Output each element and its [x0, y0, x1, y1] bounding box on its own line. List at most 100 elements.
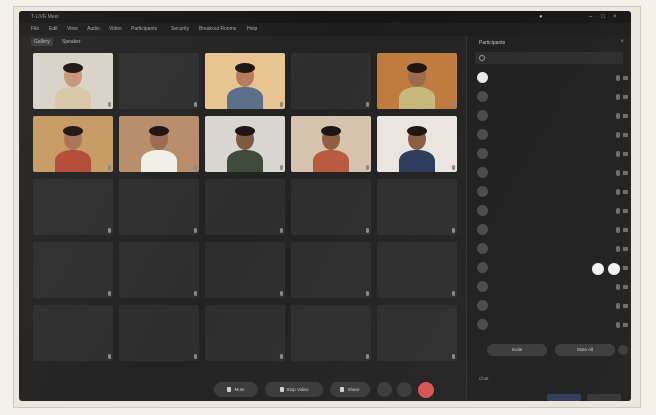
participant-tile[interactable] — [291, 305, 371, 361]
stop-video-button[interactable]: Stop Video — [265, 382, 323, 397]
camera-icon[interactable] — [623, 247, 628, 251]
participant-tile[interactable] — [205, 305, 285, 361]
participant-list-item[interactable] — [467, 220, 631, 240]
microphone-icon[interactable] — [616, 246, 620, 252]
participant-list-item[interactable] — [467, 315, 631, 335]
participant-tile[interactable] — [33, 116, 113, 172]
participant-tile[interactable] — [291, 116, 371, 172]
more-icon[interactable] — [618, 345, 628, 355]
menu-audio[interactable]: Audio — [87, 23, 100, 36]
muted-mic-icon — [280, 102, 283, 107]
close-icon[interactable]: × — [620, 39, 624, 45]
participant-tile[interactable] — [377, 179, 457, 235]
participant-list-item[interactable] — [467, 87, 631, 107]
minimize-icon[interactable]: – — [589, 14, 595, 20]
participant-tile[interactable] — [205, 116, 285, 172]
microphone-icon[interactable] — [616, 94, 620, 100]
avatar — [477, 148, 488, 159]
more-button[interactable] — [397, 382, 412, 397]
participant-list-item[interactable] — [467, 239, 631, 259]
mute-button[interactable]: Mute — [214, 382, 258, 397]
participant-tile[interactable] — [291, 242, 371, 298]
participant-list-item[interactable] — [467, 106, 631, 126]
camera-icon[interactable] — [623, 76, 628, 80]
participant-tile[interactable] — [205, 242, 285, 298]
participant-tile[interactable] — [377, 305, 457, 361]
participant-list-item[interactable] — [467, 277, 631, 297]
avatar[interactable]: ● — [539, 14, 545, 20]
participant-list-item[interactable] — [467, 144, 631, 164]
camera-icon[interactable] — [623, 323, 628, 327]
participant-tile[interactable] — [205, 179, 285, 235]
mute-all-button[interactable]: Mute All — [555, 344, 615, 356]
maximize-icon[interactable]: □ — [601, 14, 607, 20]
camera-icon[interactable] — [623, 266, 628, 270]
participant-tile[interactable] — [119, 116, 199, 172]
microphone-icon[interactable] — [616, 189, 620, 195]
participant-tile[interactable] — [291, 53, 371, 109]
chat-send-button[interactable] — [547, 394, 581, 401]
participant-list-item[interactable] — [467, 296, 631, 316]
menu-file[interactable]: File — [31, 23, 39, 36]
participant-list-item[interactable] — [467, 182, 631, 202]
participant-tile[interactable] — [33, 242, 113, 298]
participant-list-item[interactable] — [467, 125, 631, 145]
muted-mic-icon — [280, 291, 283, 296]
microphone-icon[interactable] — [616, 113, 620, 119]
camera-icon[interactable] — [623, 171, 628, 175]
microphone-icon[interactable] — [616, 284, 620, 290]
microphone-icon[interactable] — [616, 132, 620, 138]
microphone-icon[interactable] — [616, 170, 620, 176]
camera-icon[interactable] — [623, 95, 628, 99]
menu-participants[interactable]: Participants — [131, 23, 157, 36]
leave-button[interactable] — [418, 382, 434, 398]
microphone-icon[interactable] — [616, 322, 620, 328]
tab-gallery[interactable]: Gallery — [31, 38, 53, 46]
menu-edit[interactable]: Edit — [49, 23, 58, 36]
microphone-icon[interactable] — [616, 303, 620, 309]
microphone-icon[interactable] — [616, 75, 620, 81]
camera-icon[interactable] — [623, 152, 628, 156]
camera-icon[interactable] — [623, 228, 628, 232]
share-button[interactable]: Share — [330, 382, 370, 397]
invite-button[interactable]: Invite — [487, 344, 547, 356]
reactions-button[interactable] — [377, 382, 392, 397]
menu-bar: File Edit View Audio Video Participants … — [19, 23, 631, 36]
participant-tile[interactable] — [33, 305, 113, 361]
chat-options-button[interactable] — [587, 394, 621, 401]
participant-tile[interactable] — [205, 53, 285, 109]
muted-mic-icon — [452, 102, 455, 107]
camera-icon[interactable] — [623, 190, 628, 194]
participant-tile[interactable] — [377, 116, 457, 172]
microphone-icon[interactable] — [616, 151, 620, 157]
participant-tile[interactable] — [119, 242, 199, 298]
menu-help[interactable]: Help — [247, 23, 257, 36]
participant-tile[interactable] — [119, 305, 199, 361]
participant-tile[interactable] — [291, 179, 371, 235]
participant-list-item[interactable] — [467, 201, 631, 221]
tab-speaker[interactable]: Speaker — [59, 38, 84, 46]
participant-tile[interactable] — [33, 53, 113, 109]
close-icon[interactable]: × — [613, 14, 619, 20]
menu-view[interactable]: View — [67, 23, 78, 36]
menu-security[interactable]: Security — [171, 23, 189, 36]
person-body — [141, 150, 177, 172]
participant-tile[interactable] — [377, 242, 457, 298]
camera-icon[interactable] — [623, 114, 628, 118]
camera-icon[interactable] — [623, 285, 628, 289]
participant-list-item[interactable] — [467, 258, 631, 278]
participant-tile[interactable] — [119, 179, 199, 235]
participant-list-item[interactable] — [467, 68, 631, 88]
camera-icon[interactable] — [623, 209, 628, 213]
participant-search-input[interactable] — [475, 52, 623, 64]
participant-tile[interactable] — [377, 53, 457, 109]
microphone-icon[interactable] — [616, 208, 620, 214]
camera-icon[interactable] — [623, 133, 628, 137]
microphone-icon[interactable] — [616, 227, 620, 233]
camera-icon[interactable] — [623, 304, 628, 308]
menu-breakout-rooms[interactable]: Breakout Rooms — [199, 23, 236, 36]
menu-video[interactable]: Video — [109, 23, 122, 36]
participant-tile[interactable] — [33, 179, 113, 235]
participant-list-item[interactable] — [467, 163, 631, 183]
participant-tile[interactable] — [119, 53, 199, 109]
